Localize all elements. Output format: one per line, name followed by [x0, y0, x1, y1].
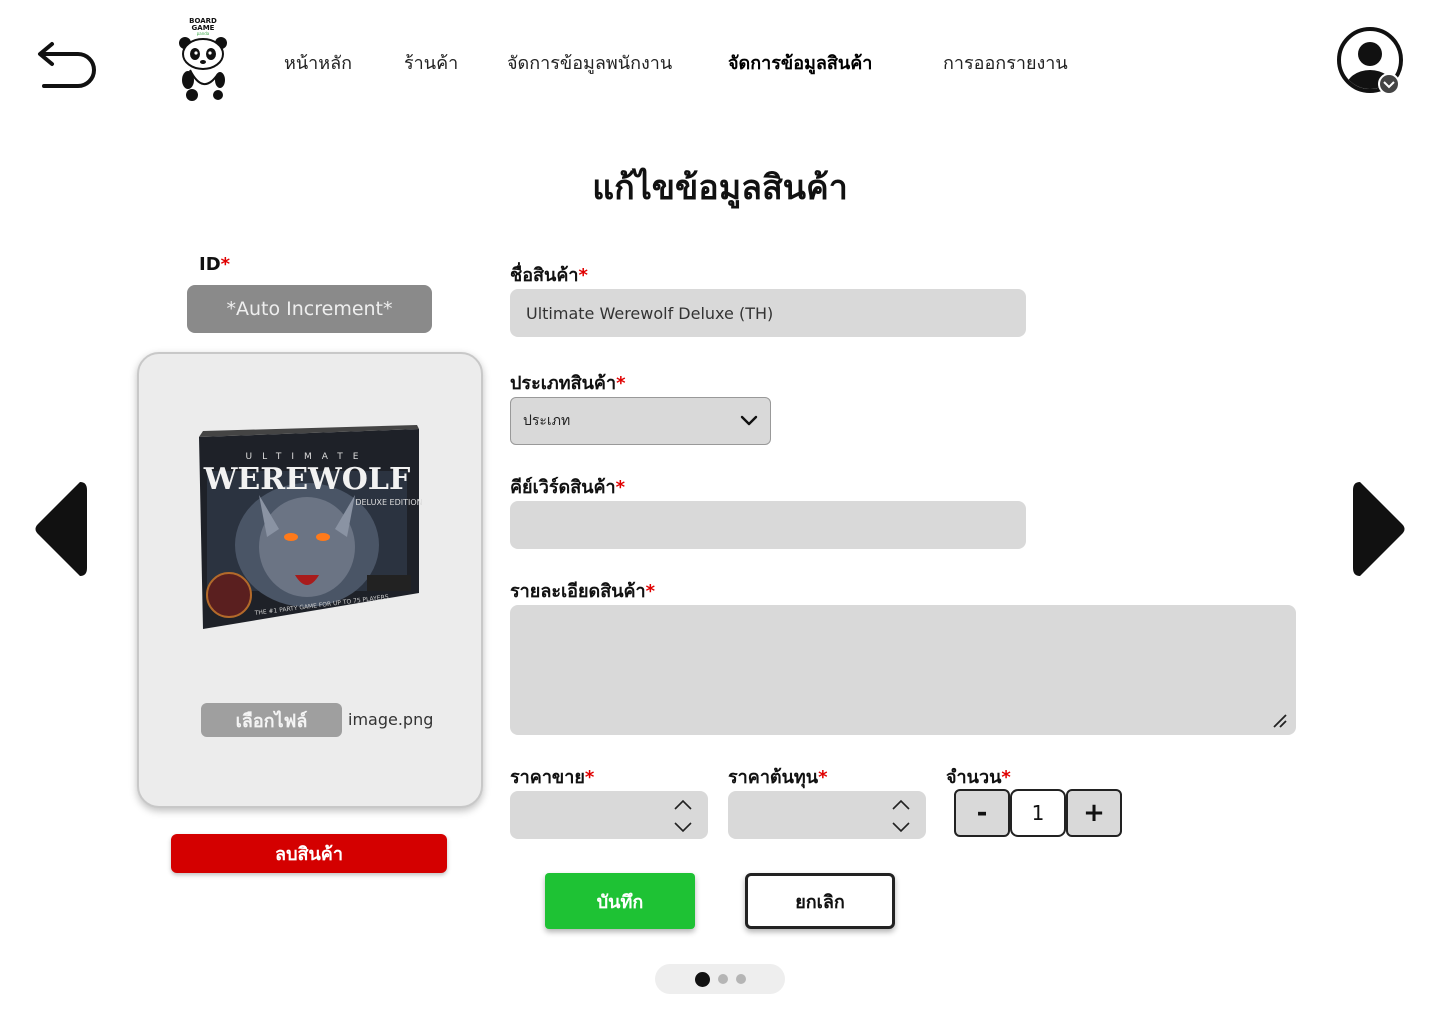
spinner-arrows-icon[interactable]: [890, 797, 912, 835]
product-keyword-input[interactable]: [510, 501, 1026, 549]
product-image: ULTIMATE WEREWOLF DELUXE EDITION THE #1 …: [195, 425, 423, 631]
quantity-decrement-button[interactable]: -: [954, 789, 1010, 837]
back-button[interactable]: [36, 34, 100, 90]
page-title: แก้ไขข้อมูลสินค้า: [592, 168, 848, 208]
product-category-label: ประเภทสินค้า*: [510, 373, 626, 394]
chevron-down-icon: [1378, 73, 1400, 95]
chevron-down-icon: [740, 415, 758, 426]
spinner-arrows-icon[interactable]: [672, 797, 694, 835]
cost-price-label: ราคาต้นทุน*: [728, 767, 828, 788]
product-name-input[interactable]: Ultimate Werewolf Deluxe (TH): [510, 289, 1026, 337]
quantity-label: จำนวน*: [946, 767, 1011, 788]
triangle-right-icon: [1353, 482, 1405, 576]
category-selected-value: ประเภท: [523, 413, 571, 429]
nav-manage-employees[interactable]: จัดการข้อมูลพนักงาน: [507, 48, 672, 77]
product-keyword-label: คีย์เวิร์ดสินค้า*: [510, 477, 626, 498]
user-profile-icon: [1337, 27, 1403, 95]
product-description-label: รายละเอียดสินค้า*: [510, 581, 656, 602]
svg-text:panda: panda: [197, 31, 210, 36]
next-arrow-button[interactable]: [1352, 478, 1408, 580]
svg-text:DELUXE EDITION: DELUXE EDITION: [355, 498, 422, 507]
file-name: image.png: [348, 710, 434, 729]
product-category-select[interactable]: ประเภท: [510, 397, 771, 445]
id-field: *Auto Increment*: [187, 285, 432, 333]
sell-price-input[interactable]: [510, 791, 708, 839]
quantity-increment-button[interactable]: +: [1066, 789, 1122, 837]
cost-price-input[interactable]: [728, 791, 926, 839]
board-game-panda-logo[interactable]: BOARD GAME panda: [168, 14, 238, 104]
svg-text:WEREWOLF: WEREWOLF: [203, 462, 411, 497]
id-label: ID*: [199, 254, 231, 275]
delete-product-button[interactable]: ลบสินค้า: [171, 834, 447, 873]
previous-arrow-button[interactable]: [32, 478, 88, 580]
resize-handle-icon[interactable]: [1272, 713, 1288, 729]
nav-home[interactable]: หน้าหลัก: [284, 48, 352, 77]
cancel-button[interactable]: ยกเลิก: [745, 873, 895, 929]
page-dot-2[interactable]: [717, 974, 728, 984]
profile-button[interactable]: [1336, 26, 1406, 96]
quantity-value[interactable]: 1: [1010, 789, 1066, 837]
pagination-dots: [655, 964, 785, 994]
product-name-label: ชื่อสินค้า*: [510, 265, 588, 286]
svg-text:ULTIMATE: ULTIMATE: [246, 452, 369, 462]
page-dot-1[interactable]: [694, 971, 710, 987]
back-arrow-icon: [38, 42, 96, 88]
nav-manage-products[interactable]: จัดการข้อมูลสินค้า: [728, 48, 872, 77]
triangle-left-icon: [35, 482, 87, 576]
save-button[interactable]: บันทึก: [545, 873, 695, 929]
nav-shop[interactable]: ร้านค้า: [404, 48, 458, 77]
product-description-textarea[interactable]: [510, 605, 1296, 735]
sell-price-label: ราคาขาย*: [510, 767, 595, 788]
page-dot-3[interactable]: [735, 974, 746, 984]
nav-reports[interactable]: การออกรายงาน: [943, 48, 1068, 77]
choose-file-button[interactable]: เลือกไฟล์: [201, 703, 342, 737]
